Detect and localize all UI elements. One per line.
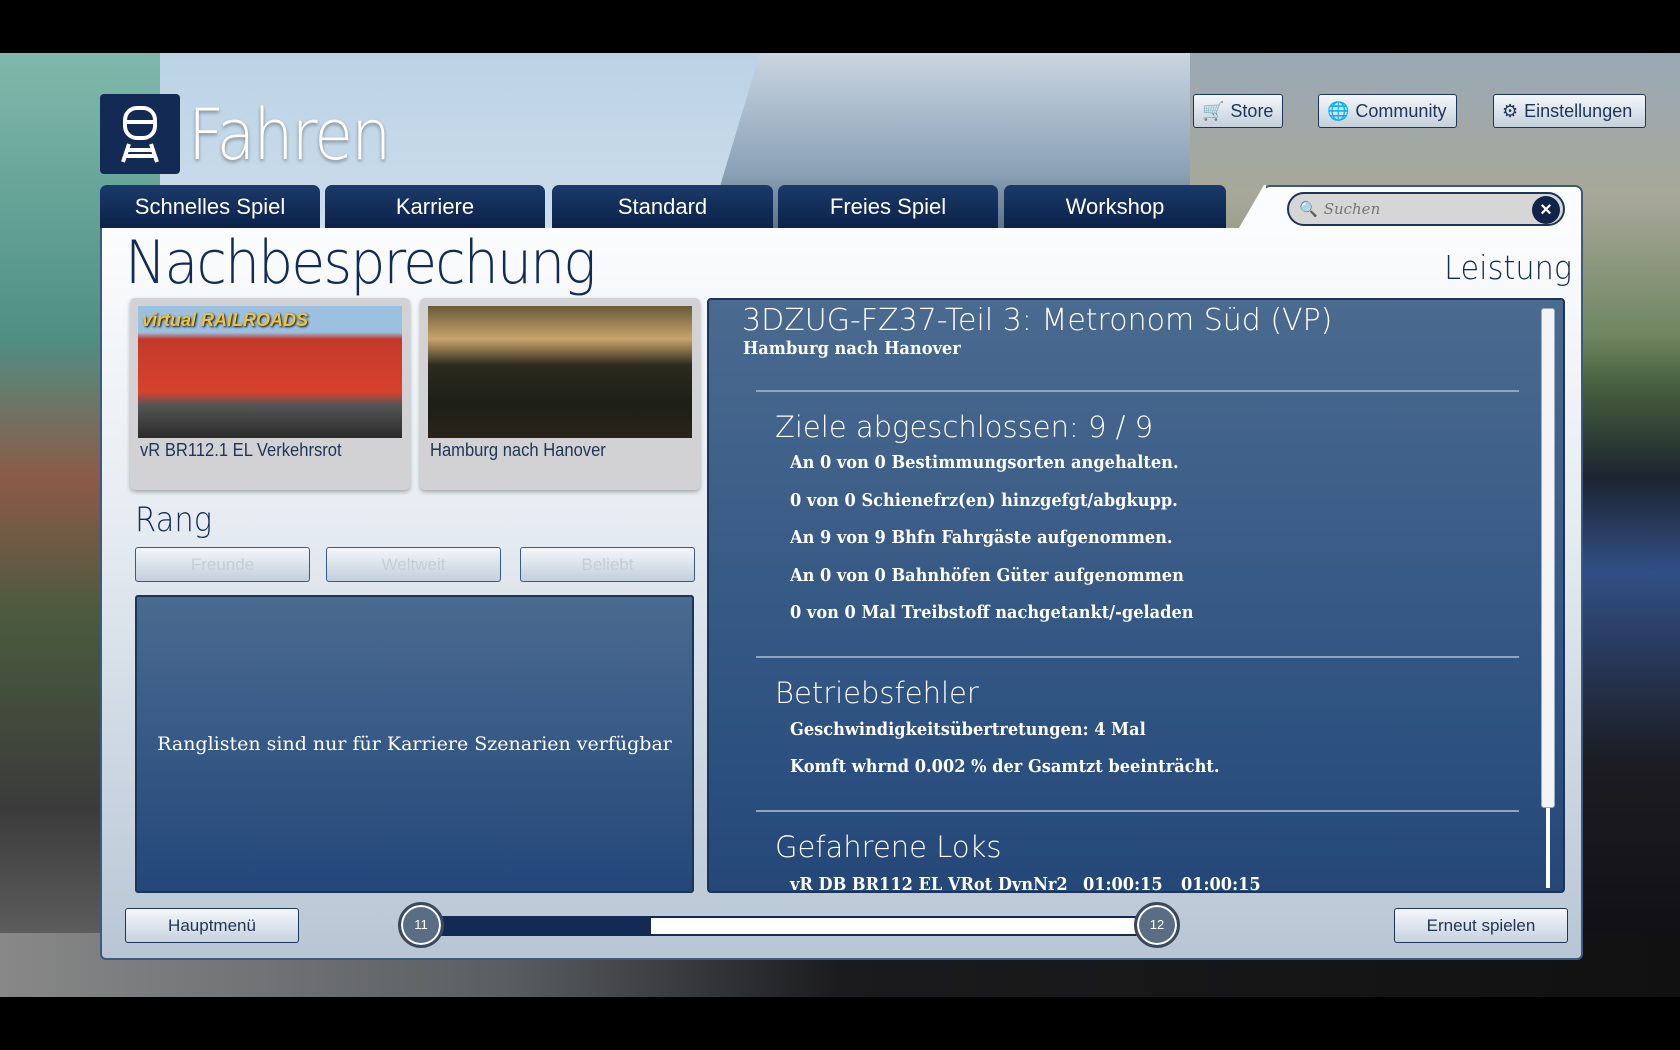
gear-icon: ⚙ xyxy=(1502,100,1519,121)
loco-caption: vR BR112.1 EL Verkehrsrot xyxy=(140,440,342,460)
clear-search-icon[interactable]: × xyxy=(1532,196,1560,224)
section-title: Leistung xyxy=(1444,248,1572,287)
community-button[interactable]: 🌐 Community xyxy=(1318,94,1457,128)
divider xyxy=(756,656,1519,658)
goal-item: An 0 von 0 Bahnhöfen Güter aufgenommen xyxy=(790,565,1184,586)
worldwide-button[interactable]: Weltweit xyxy=(326,547,501,582)
replay-button[interactable]: Erneut spielen xyxy=(1394,908,1568,943)
scrollbar-thumb[interactable] xyxy=(1541,308,1555,808)
friends-button[interactable]: Freunde xyxy=(135,547,310,582)
page-title: Nachbesprechung xyxy=(125,228,596,298)
loco-image: virtual RAILROADS xyxy=(138,306,402,438)
loco-card[interactable]: virtual RAILROADS vR BR112.1 EL Verkehrs… xyxy=(130,298,410,490)
loco-time: 01:00:15 xyxy=(1083,874,1163,893)
errors-heading: Betriebsfehler xyxy=(775,676,979,710)
error-item: Komft whrnd 0.002 % der Gsamtzt beeinträ… xyxy=(790,756,1220,777)
loco-name: vR DB BR112 EL VRot DynNr2 xyxy=(790,874,1068,893)
main-menu-button[interactable]: Hauptmenü xyxy=(125,908,299,943)
community-label: Community xyxy=(1355,100,1447,121)
cart-icon: 🛒 xyxy=(1202,100,1225,121)
error-item: Geschwindigkeitsübertretungen: 4 Mal xyxy=(790,719,1146,740)
tab-karriere[interactable]: Karriere xyxy=(325,185,545,229)
settings-label: Einstellungen xyxy=(1524,100,1633,121)
search-box: 🔍 × xyxy=(1287,192,1565,226)
tab-freies-spiel[interactable]: Freies Spiel xyxy=(778,185,998,229)
search-input[interactable] xyxy=(1323,200,1524,218)
goals-heading: Ziele abgeschlossen: 9 / 9 xyxy=(775,410,1154,444)
tab-schnelles-spiel[interactable]: Schnelles Spiel xyxy=(100,185,320,229)
goal-item: An 0 von 0 Bestimmungsorten angehalten. xyxy=(790,452,1179,473)
scenario-subtitle: Hamburg nach Hanover xyxy=(743,338,961,359)
leaderboard-message: Ranglisten sind nur für Karriere Szenari… xyxy=(157,733,672,755)
store-label: Store xyxy=(1230,100,1274,121)
tab-standard[interactable]: Standard xyxy=(552,185,773,229)
scenario-title: 3DZUG-FZ37-Teil 3: Metronom Süd (VP) xyxy=(742,303,1333,338)
results-panel: 3DZUG-FZ37-Teil 3: Metronom Süd (VP) Ham… xyxy=(707,298,1565,893)
current-level-badge: 11 xyxy=(398,902,444,948)
level-progress-bar xyxy=(440,916,1140,936)
store-button[interactable]: 🛒 Store xyxy=(1193,94,1283,128)
search-icon: 🔍 xyxy=(1299,201,1318,218)
divider xyxy=(756,390,1519,392)
loco-time: 01:00:15 xyxy=(1181,874,1261,893)
leaderboard-panel: Ranglisten sind nur für Karriere Szenari… xyxy=(135,595,694,893)
rank-heading: Rang xyxy=(135,500,213,540)
goal-item: 0 von 0 Schienefrz(en) hinzgefgt/abgkupp… xyxy=(790,490,1178,511)
popular-button[interactable]: Beliebt xyxy=(520,547,695,582)
next-level-badge: 12 xyxy=(1134,902,1180,948)
scenario-card[interactable]: Hamburg nach Hanover xyxy=(420,298,700,490)
divider xyxy=(756,810,1519,812)
tab-workshop[interactable]: Workshop xyxy=(1004,185,1226,229)
scenario-caption: Hamburg nach Hanover xyxy=(430,440,606,460)
results-scrollbar[interactable] xyxy=(1541,308,1555,888)
goal-item: 0 von 0 Mal Treibstoff nachgetankt/-gela… xyxy=(790,602,1194,623)
app-title: Fahren xyxy=(188,94,391,176)
virtual-railroads-logo: virtual RAILROADS xyxy=(142,310,309,330)
train-logo-icon xyxy=(100,94,180,174)
globe-icon: 🌐 xyxy=(1327,100,1350,121)
scenario-image xyxy=(428,306,692,438)
settings-button[interactable]: ⚙ Einstellungen xyxy=(1493,94,1646,128)
goal-item: An 9 von 9 Bhfn Fahrgäste aufgenommen. xyxy=(790,527,1173,548)
level-progress-fill xyxy=(442,918,651,934)
locos-heading: Gefahrene Loks xyxy=(775,830,1002,864)
